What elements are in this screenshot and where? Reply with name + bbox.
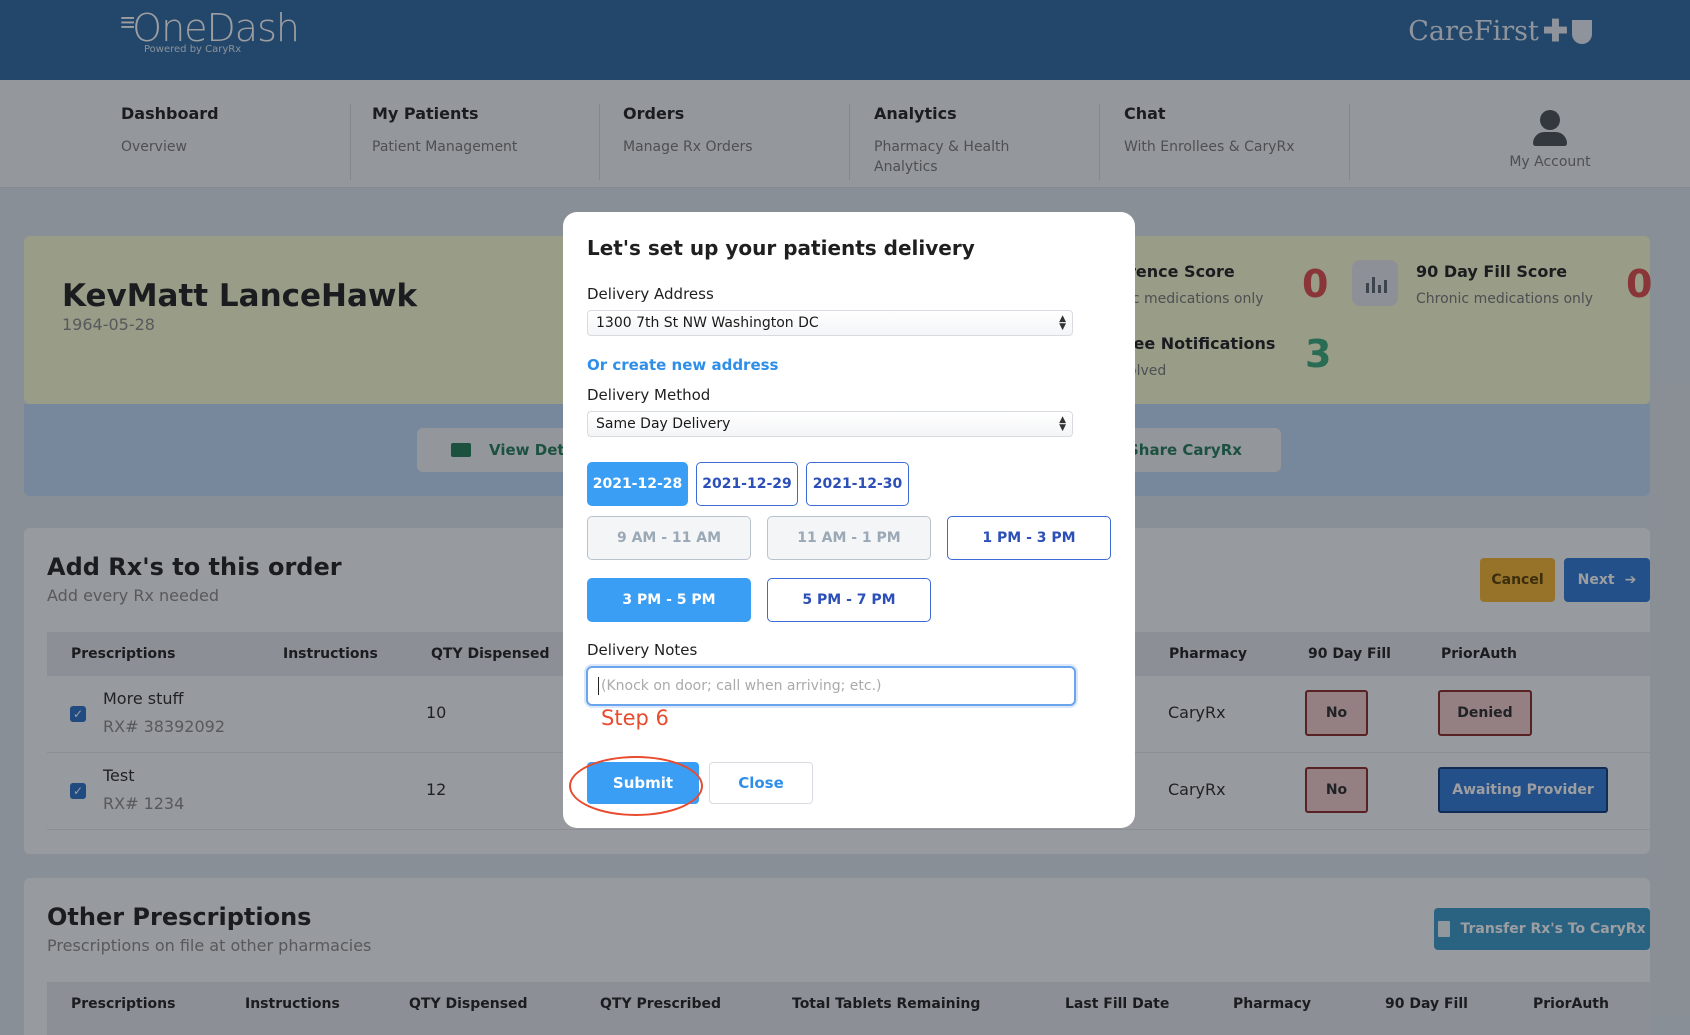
close-button[interactable]: Close xyxy=(709,762,813,804)
highlight-circle-annotation xyxy=(569,756,703,816)
text-caret xyxy=(598,677,599,695)
delivery-address-select[interactable]: 1300 7th St NW Washington DC ▲ ▼ xyxy=(587,310,1073,336)
time-slot-1pm-3pm[interactable]: 1 PM - 3 PM xyxy=(947,516,1111,560)
time-slot-3pm-5pm[interactable]: 3 PM - 5 PM xyxy=(587,578,751,622)
time-slot-11am-1pm[interactable]: 11 AM - 1 PM xyxy=(767,516,931,560)
select-arrows-icon: ▲ ▼ xyxy=(1059,415,1066,433)
delivery-notes-input[interactable]: (Knock on door; call when arriving; etc.… xyxy=(586,666,1076,706)
create-new-address-link[interactable]: Or create new address xyxy=(587,356,778,374)
delivery-modal: Let's set up your patients delivery Deli… xyxy=(563,212,1135,828)
delivery-method-select[interactable]: Same Day Delivery ▲ ▼ xyxy=(587,411,1073,437)
time-slot-9am-11am[interactable]: 9 AM - 11 AM xyxy=(587,516,751,560)
delivery-address-label: Delivery Address xyxy=(587,285,714,303)
date-option-2021-12-28[interactable]: 2021-12-28 xyxy=(587,462,688,506)
date-option-2021-12-29[interactable]: 2021-12-29 xyxy=(696,462,798,506)
date-option-2021-12-30[interactable]: 2021-12-30 xyxy=(806,462,909,506)
step-annotation: Step 6 xyxy=(601,706,669,730)
modal-title: Let's set up your patients delivery xyxy=(587,236,975,260)
select-arrows-icon: ▲ ▼ xyxy=(1059,314,1066,332)
delivery-method-label: Delivery Method xyxy=(587,386,711,404)
time-slot-5pm-7pm[interactable]: 5 PM - 7 PM xyxy=(767,578,931,622)
delivery-notes-label: Delivery Notes xyxy=(587,641,698,659)
